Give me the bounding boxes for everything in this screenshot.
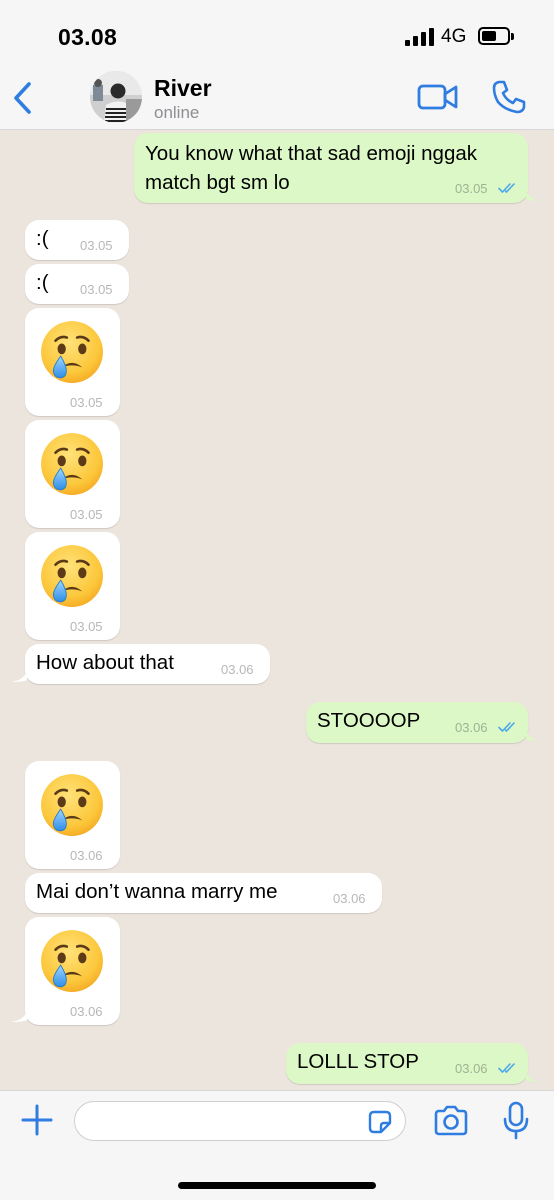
chat-header: River online: [0, 66, 554, 130]
message-time: 03.06: [70, 1004, 103, 1019]
message-time: 03.06: [221, 662, 254, 677]
status-time: 03.08: [58, 24, 118, 50]
phone-icon[interactable]: [490, 78, 528, 116]
double-check-icon: [498, 721, 518, 733]
plus-icon[interactable]: [20, 1103, 54, 1137]
microphone-icon[interactable]: [500, 1101, 532, 1141]
chat-area[interactable]: You know what that sad emoji nggak match…: [0, 131, 554, 1089]
message-text: Mai don’t wanna marry me: [36, 880, 278, 903]
emoji-message-bubble[interactable]: 03.06: [25, 761, 120, 869]
emoji-message-bubble[interactable]: 03.05: [25, 420, 120, 528]
contact-name[interactable]: River: [154, 75, 212, 102]
message-time: 03.06: [455, 720, 488, 735]
message-time: 03.05: [80, 238, 113, 253]
emoji-message-bubble[interactable]: 03.05: [25, 308, 120, 416]
signal-strength-icon: [405, 28, 435, 46]
message-bubble-outgoing[interactable]: You know what that sad emoji nggak match…: [134, 133, 528, 203]
status-bar: 03.08 4G: [0, 0, 554, 66]
message-time: 03.06: [455, 1061, 488, 1076]
double-check-icon: [498, 1062, 518, 1074]
emoji-message-bubble[interactable]: 03.05: [25, 532, 120, 640]
message-bubble-incoming[interactable]: How about that 03.06: [25, 644, 270, 684]
message-time: 03.06: [333, 891, 366, 906]
sticker-icon[interactable]: [366, 1108, 394, 1136]
message-time: 03.05: [70, 507, 103, 522]
message-text: How about that: [36, 651, 174, 674]
battery-icon: [478, 27, 514, 45]
crying-face-emoji: [39, 772, 105, 838]
message-time: 03.06: [70, 848, 103, 863]
message-text: :(: [36, 271, 49, 294]
message-bubble-outgoing[interactable]: LOLLL STOP 03.06: [286, 1043, 528, 1084]
message-text: match bgt sm lo: [145, 171, 290, 194]
bubble-tail: [11, 670, 27, 682]
message-bubble-incoming[interactable]: :( 03.05: [25, 264, 129, 304]
home-indicator: [178, 1182, 376, 1189]
message-text: STOOOOP: [317, 709, 421, 732]
message-time: 03.05: [70, 619, 103, 634]
message-bubble-incoming[interactable]: Mai don’t wanna marry me 03.06: [25, 873, 382, 913]
message-time: 03.05: [70, 395, 103, 410]
input-bar: [0, 1090, 554, 1200]
crying-face-emoji: [39, 431, 105, 497]
message-input[interactable]: [74, 1101, 406, 1141]
contact-avatar[interactable]: [90, 71, 142, 123]
emoji-message-bubble[interactable]: 03.06: [25, 917, 120, 1025]
bubble-tail: [11, 1010, 27, 1022]
crying-face-emoji: [39, 319, 105, 385]
crying-face-emoji: [39, 543, 105, 609]
message-bubble-outgoing[interactable]: STOOOOP 03.06: [306, 702, 528, 743]
bubble-tail: [526, 1070, 540, 1082]
message-bubble-incoming[interactable]: :( 03.05: [25, 220, 129, 260]
message-text: :(: [36, 227, 49, 250]
bubble-tail: [526, 189, 540, 201]
message-time: 03.05: [80, 282, 113, 297]
video-call-icon[interactable]: [416, 80, 460, 114]
double-check-icon: [498, 182, 518, 194]
network-type: 4G: [441, 26, 467, 47]
message-time: 03.05: [455, 181, 488, 196]
camera-icon[interactable]: [432, 1104, 470, 1138]
crying-face-emoji: [39, 928, 105, 994]
message-text: You know what that sad emoji nggak: [145, 142, 478, 165]
contact-status: online: [154, 103, 200, 122]
message-text: LOLLL STOP: [297, 1050, 419, 1073]
back-chevron-icon[interactable]: [8, 78, 40, 118]
bubble-tail: [526, 729, 540, 741]
